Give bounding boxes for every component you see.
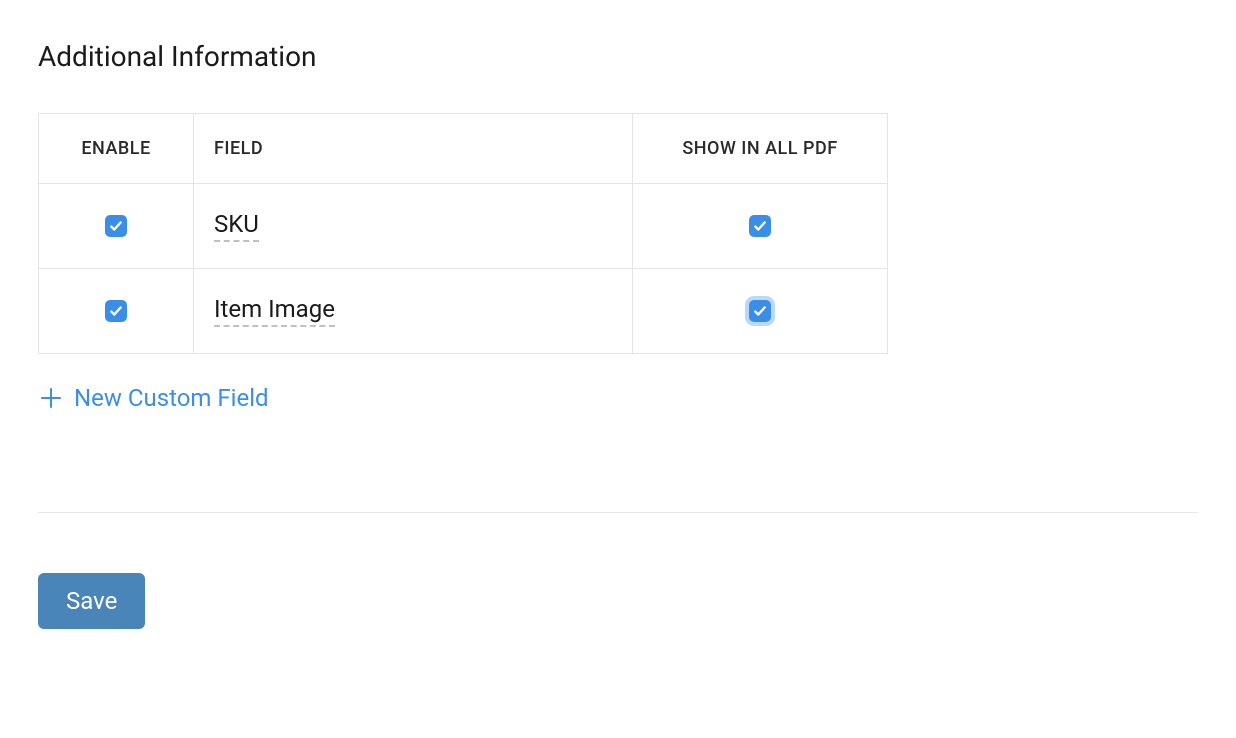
plus-icon [38,385,64,411]
section-title: Additional Information [38,40,1198,73]
section-divider [38,512,1198,513]
field-label[interactable]: Item Image [214,295,335,328]
cell-enable [39,269,194,354]
table-row: Item Image [39,269,888,354]
show-in-pdf-checkbox[interactable] [749,300,771,322]
cell-pdf [633,269,888,354]
cell-field: Item Image [194,269,633,354]
new-custom-field-label: New Custom Field [74,384,269,412]
fields-table: ENABLE FIELD SHOW IN ALL PDF SKU Item Ima… [38,113,888,354]
table-header-enable: ENABLE [39,114,194,184]
table-header-pdf: SHOW IN ALL PDF [633,114,888,184]
field-label[interactable]: SKU [214,210,259,243]
save-button[interactable]: Save [38,573,145,629]
cell-pdf [633,184,888,269]
table-header-field: FIELD [194,114,633,184]
table-row: SKU [39,184,888,269]
enable-checkbox[interactable] [105,300,127,322]
show-in-pdf-checkbox[interactable] [749,215,771,237]
new-custom-field-link[interactable]: New Custom Field [38,384,269,412]
enable-checkbox[interactable] [105,215,127,237]
cell-field: SKU [194,184,633,269]
cell-enable [39,184,194,269]
